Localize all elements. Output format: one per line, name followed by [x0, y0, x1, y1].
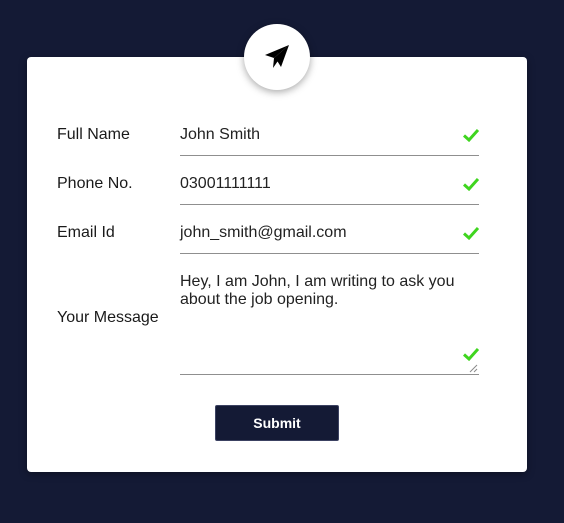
phone-field[interactable]: 03001111111 [180, 162, 479, 205]
contact-form-card: Full Name John Smith Phone No. 030011111… [27, 57, 527, 472]
full-name-field[interactable]: John Smith [180, 113, 479, 156]
resize-handle-icon[interactable] [469, 364, 478, 373]
full-name-value: John Smith [180, 126, 261, 143]
checkmark-icon [463, 128, 479, 142]
checkmark-icon [463, 177, 479, 191]
send-badge [244, 24, 310, 90]
email-field[interactable]: john_smith@gmail.com [180, 211, 479, 254]
message-textarea[interactable]: Hey, I am John, I am writing to ask you … [180, 272, 479, 375]
email-label: Email Id [57, 224, 115, 241]
paper-plane-icon [262, 42, 292, 72]
full-name-label: Full Name [57, 126, 130, 143]
checkmark-icon [463, 226, 479, 240]
phone-value: 03001111111 [180, 175, 271, 192]
message-value: Hey, I am John, I am writing to ask you … [180, 273, 455, 308]
message-label: Your Message [57, 309, 159, 326]
submit-button[interactable]: Submit [215, 405, 339, 441]
email-value: john_smith@gmail.com [180, 224, 347, 241]
phone-label: Phone No. [57, 175, 133, 192]
checkmark-icon [463, 347, 479, 361]
